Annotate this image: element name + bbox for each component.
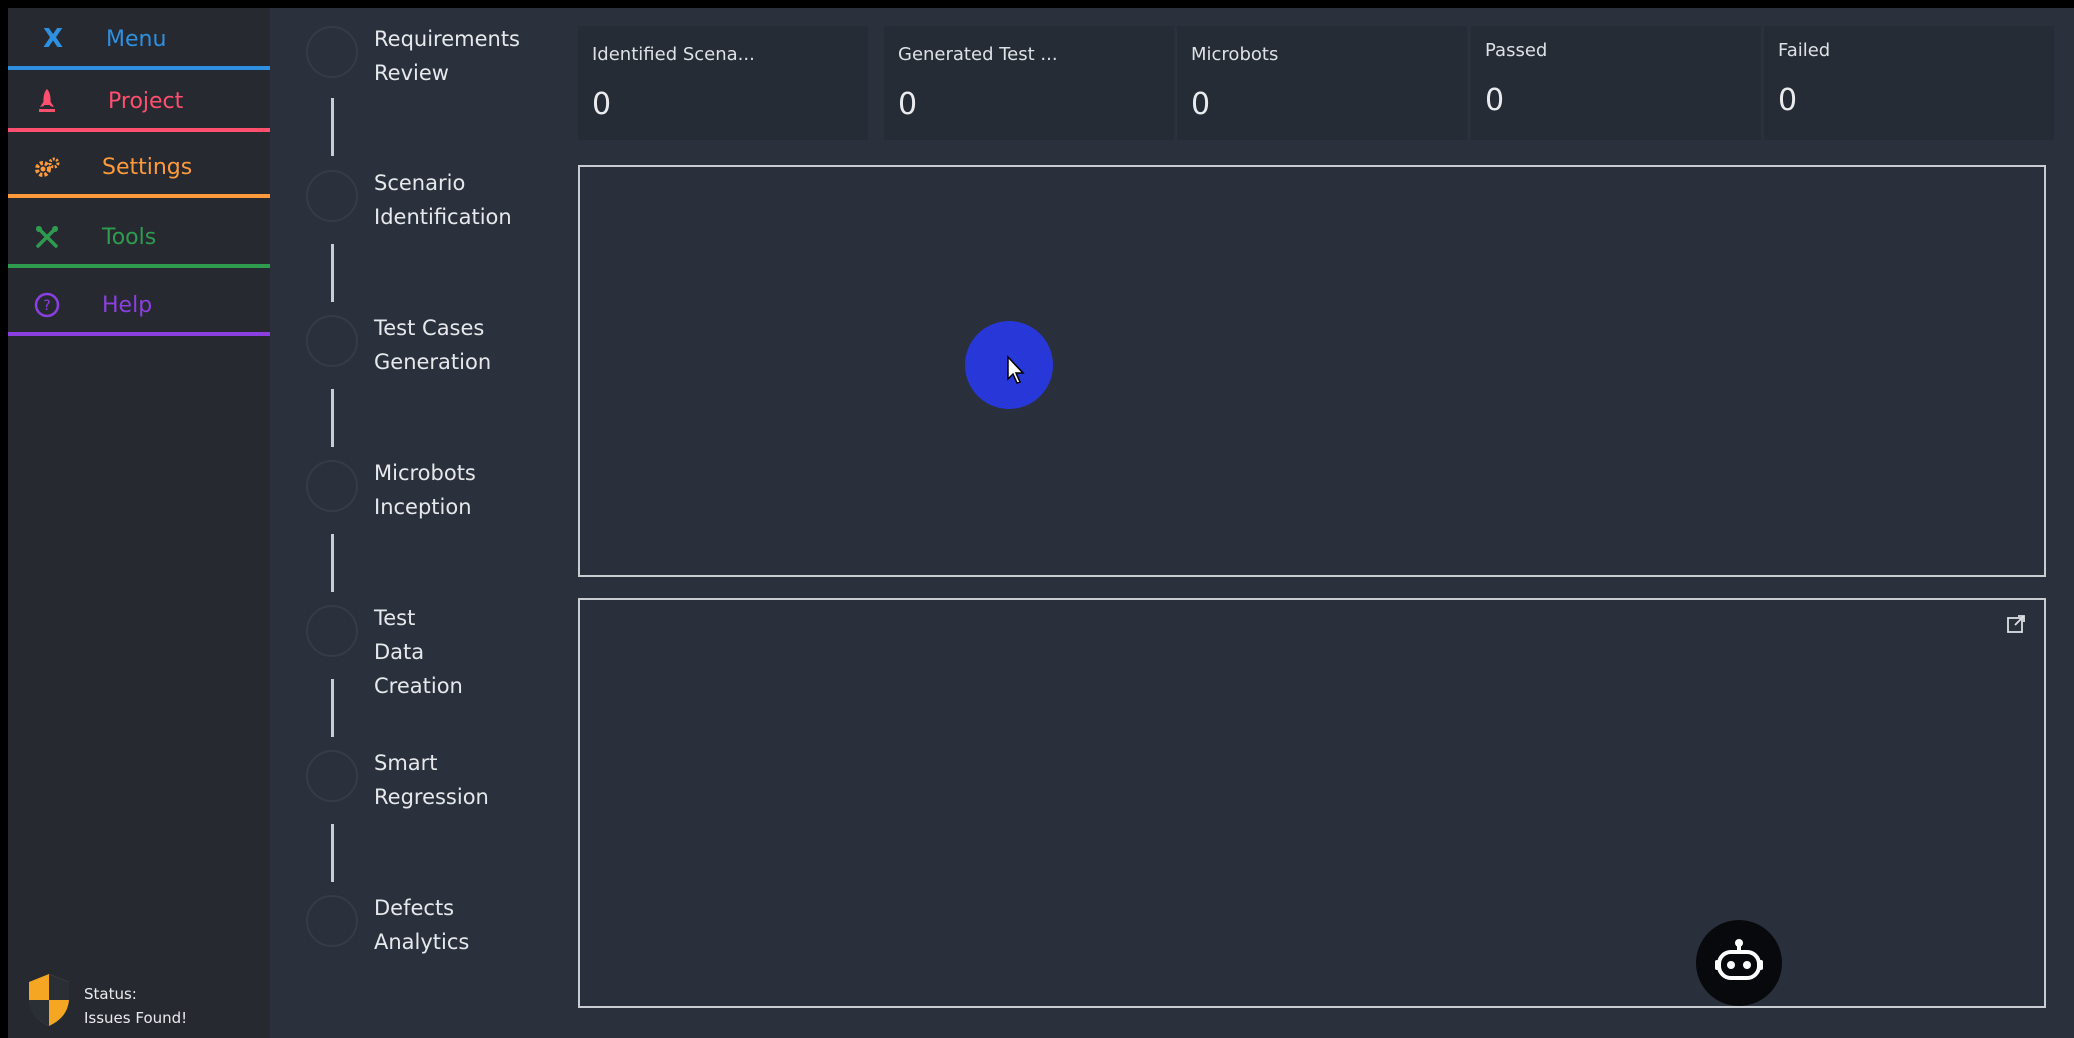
status-value: Issues Found! (84, 1009, 188, 1027)
settings-divider (8, 194, 270, 198)
stat-card-passed: Passed 0 (1471, 26, 1761, 140)
step-indicator[interactable] (306, 26, 358, 78)
step-indicator[interactable] (306, 315, 358, 367)
step-connector (331, 389, 334, 447)
sidebar-item-settings[interactable]: Settings (8, 136, 270, 198)
stat-title: Microbots (1191, 44, 1279, 65)
bottom-chart-panel (578, 598, 2046, 1008)
status-label: Status: (84, 985, 137, 1003)
sidebar-item-label: Project (108, 88, 184, 114)
stat-value: 0 (592, 87, 612, 122)
stat-card-microbots: Microbots 0 (1177, 26, 1467, 140)
sidebar-item-label: Tools (102, 224, 157, 250)
stat-card-generated-tests: Generated Test ... 0 (884, 26, 1174, 140)
menu-label: Menu (106, 26, 167, 52)
sidebar: X Menu Project Settings Tools ? Help Sta… (8, 8, 270, 1038)
step-connector (331, 244, 334, 302)
step-label-test-data-creation[interactable]: Test Data Creation (374, 601, 463, 703)
stat-title: Failed (1778, 40, 1831, 61)
external-link-icon[interactable] (2006, 614, 2026, 638)
stat-value: 0 (898, 87, 918, 122)
step-label-microbots-inception[interactable]: Microbots Inception (374, 456, 476, 524)
sidebar-item-label: Help (102, 292, 153, 318)
stat-card-identified-scenarios: Identified Scena... 0 (578, 26, 868, 140)
close-icon[interactable]: X (36, 22, 70, 56)
step-connector (331, 534, 334, 592)
help-divider (8, 332, 270, 336)
tools-icon (30, 220, 64, 254)
stat-value: 0 (1485, 83, 1505, 118)
stat-value: 0 (1191, 87, 1211, 122)
sidebar-item-project[interactable]: Project (8, 70, 270, 132)
robot-icon (1713, 938, 1765, 988)
step-indicator[interactable] (306, 750, 358, 802)
main-content: Requirements Review Scenario Identificat… (270, 8, 2074, 1038)
help-icon: ? (30, 288, 64, 322)
sidebar-item-help[interactable]: ? Help (8, 274, 270, 336)
rocket-icon (30, 84, 64, 118)
step-connector (331, 98, 334, 156)
step-indicator[interactable] (306, 460, 358, 512)
stat-value: 0 (1778, 83, 1798, 118)
stat-title: Identified Scena... (592, 44, 755, 65)
step-indicator[interactable] (306, 170, 358, 222)
shield-icon (26, 972, 72, 1032)
stat-title: Passed (1485, 40, 1548, 61)
step-label-requirements-review[interactable]: Requirements Review (374, 22, 520, 90)
step-label-smart-regression[interactable]: Smart Regression (374, 746, 489, 814)
project-divider (8, 128, 270, 132)
sidebar-item-label: Settings (102, 154, 193, 180)
step-indicator[interactable] (306, 895, 358, 947)
chatbot-button[interactable] (1696, 920, 1782, 1006)
stat-card-failed: Failed 0 (1764, 26, 2054, 140)
menu-toggle[interactable]: X Menu (8, 8, 270, 70)
step-indicator[interactable] (306, 605, 358, 657)
tools-divider (8, 264, 270, 268)
step-label-test-cases-generation[interactable]: Test Cases Generation (374, 311, 491, 379)
top-chart-panel (578, 165, 2046, 577)
step-label-scenario-identification[interactable]: Scenario Identification (374, 166, 512, 234)
svg-text:?: ? (43, 298, 50, 314)
stat-title: Generated Test ... (898, 44, 1058, 65)
gears-icon (30, 150, 64, 184)
workflow-steps: Requirements Review Scenario Identificat… (270, 8, 570, 1038)
step-connector (331, 679, 334, 737)
step-label-defects-analytics[interactable]: Defects Analytics (374, 891, 469, 959)
sidebar-item-tools[interactable]: Tools (8, 206, 270, 268)
step-connector (331, 824, 334, 882)
mouse-pointer-icon (1006, 355, 1026, 389)
status-indicator: Status: Issues Found! (18, 968, 268, 1038)
